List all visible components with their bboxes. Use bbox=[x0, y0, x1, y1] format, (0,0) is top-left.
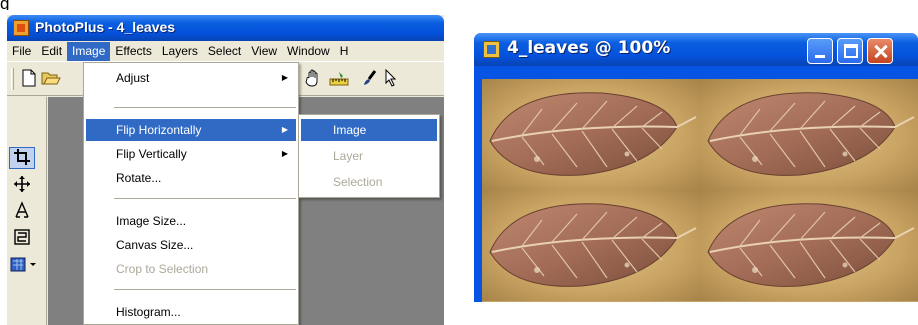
fill-tool-icon[interactable] bbox=[9, 255, 36, 277]
menu-item-crop-to-selection: Crop to Selection bbox=[116, 262, 209, 276]
submenu-item-image[interactable]: Image bbox=[301, 119, 437, 141]
menu-window[interactable]: Window bbox=[282, 42, 335, 61]
menu-select[interactable]: Select bbox=[203, 42, 246, 61]
menu-effects[interactable]: Effects bbox=[110, 42, 156, 61]
menu-separator bbox=[114, 198, 296, 199]
menu-image[interactable]: Image bbox=[67, 41, 111, 61]
menu-item-canvas-size[interactable]: Canvas Size... bbox=[86, 234, 296, 256]
menu-layers[interactable]: Layers bbox=[157, 42, 203, 61]
app-title: PhotoPlus - 4_leaves bbox=[35, 19, 176, 35]
image-menu-dropdown: Adjust ▶ Flip Horizontally ▶ Flip Vertical… bbox=[83, 62, 299, 325]
brush-icon[interactable] bbox=[359, 69, 379, 89]
maximize-button[interactable] bbox=[837, 38, 863, 64]
menu-bar: File Edit Image Effects Layers Select Vi… bbox=[7, 41, 444, 62]
open-folder-icon[interactable] bbox=[41, 69, 61, 89]
document-window: 4_leaves @ 100% bbox=[474, 33, 918, 302]
image-canvas[interactable] bbox=[482, 79, 918, 302]
menu-item-flip-vertically[interactable]: Flip Vertically ▶ bbox=[86, 143, 296, 165]
flip-horizontally-submenu: Image Layer Selection bbox=[298, 114, 440, 198]
image-document-icon[interactable] bbox=[483, 41, 500, 58]
minimize-icon bbox=[815, 55, 825, 58]
menu-item-histogram[interactable]: Histogram... bbox=[86, 301, 296, 323]
submenu-item-layer: Layer bbox=[333, 149, 364, 163]
cropped-text-fragment: g bbox=[0, 0, 10, 10]
document-title-bar[interactable]: 4_leaves @ 100% bbox=[474, 33, 918, 66]
hand-pan-icon[interactable] bbox=[303, 69, 323, 89]
tools-panel bbox=[7, 97, 47, 325]
menu-item-image-size[interactable]: Image Size... bbox=[86, 210, 296, 232]
photoplus-app-icon[interactable] bbox=[13, 20, 29, 36]
leaves-image bbox=[482, 79, 918, 302]
menu-item-flip-horizontally[interactable]: Flip Horizontally ▶ bbox=[86, 119, 296, 141]
text-tool-icon[interactable] bbox=[9, 201, 35, 223]
minimize-button[interactable] bbox=[807, 38, 833, 64]
menu-edit[interactable]: Edit bbox=[36, 42, 67, 61]
submenu-arrow-icon: ▶ bbox=[281, 73, 288, 82]
menu-separator bbox=[114, 289, 296, 290]
new-document-icon[interactable] bbox=[19, 69, 39, 89]
move-tool-icon[interactable] bbox=[9, 175, 35, 197]
ruler-icon[interactable] bbox=[329, 69, 349, 89]
crop-tool-icon[interactable] bbox=[9, 147, 35, 169]
maximize-icon bbox=[844, 44, 858, 58]
close-button[interactable] bbox=[867, 38, 893, 64]
document-title: 4_leaves @ 100% bbox=[507, 38, 671, 58]
toolbar-grip[interactable] bbox=[11, 68, 14, 90]
menu-item-adjust[interactable]: Adjust ▶ bbox=[86, 67, 296, 89]
pointer-icon[interactable] bbox=[381, 68, 401, 89]
shape-tool-icon[interactable] bbox=[9, 228, 35, 250]
submenu-arrow-icon: ▶ bbox=[281, 149, 288, 158]
app-title-bar[interactable]: PhotoPlus - 4_leaves bbox=[7, 15, 444, 41]
menu-item-rotate[interactable]: Rotate... bbox=[86, 167, 296, 189]
submenu-item-selection: Selection bbox=[333, 175, 383, 189]
menu-help[interactable]: H bbox=[335, 42, 354, 61]
menu-file[interactable]: File bbox=[7, 42, 36, 61]
submenu-arrow-icon: ▶ bbox=[281, 125, 288, 134]
menu-separator bbox=[114, 107, 296, 108]
menu-view[interactable]: View bbox=[246, 42, 282, 61]
